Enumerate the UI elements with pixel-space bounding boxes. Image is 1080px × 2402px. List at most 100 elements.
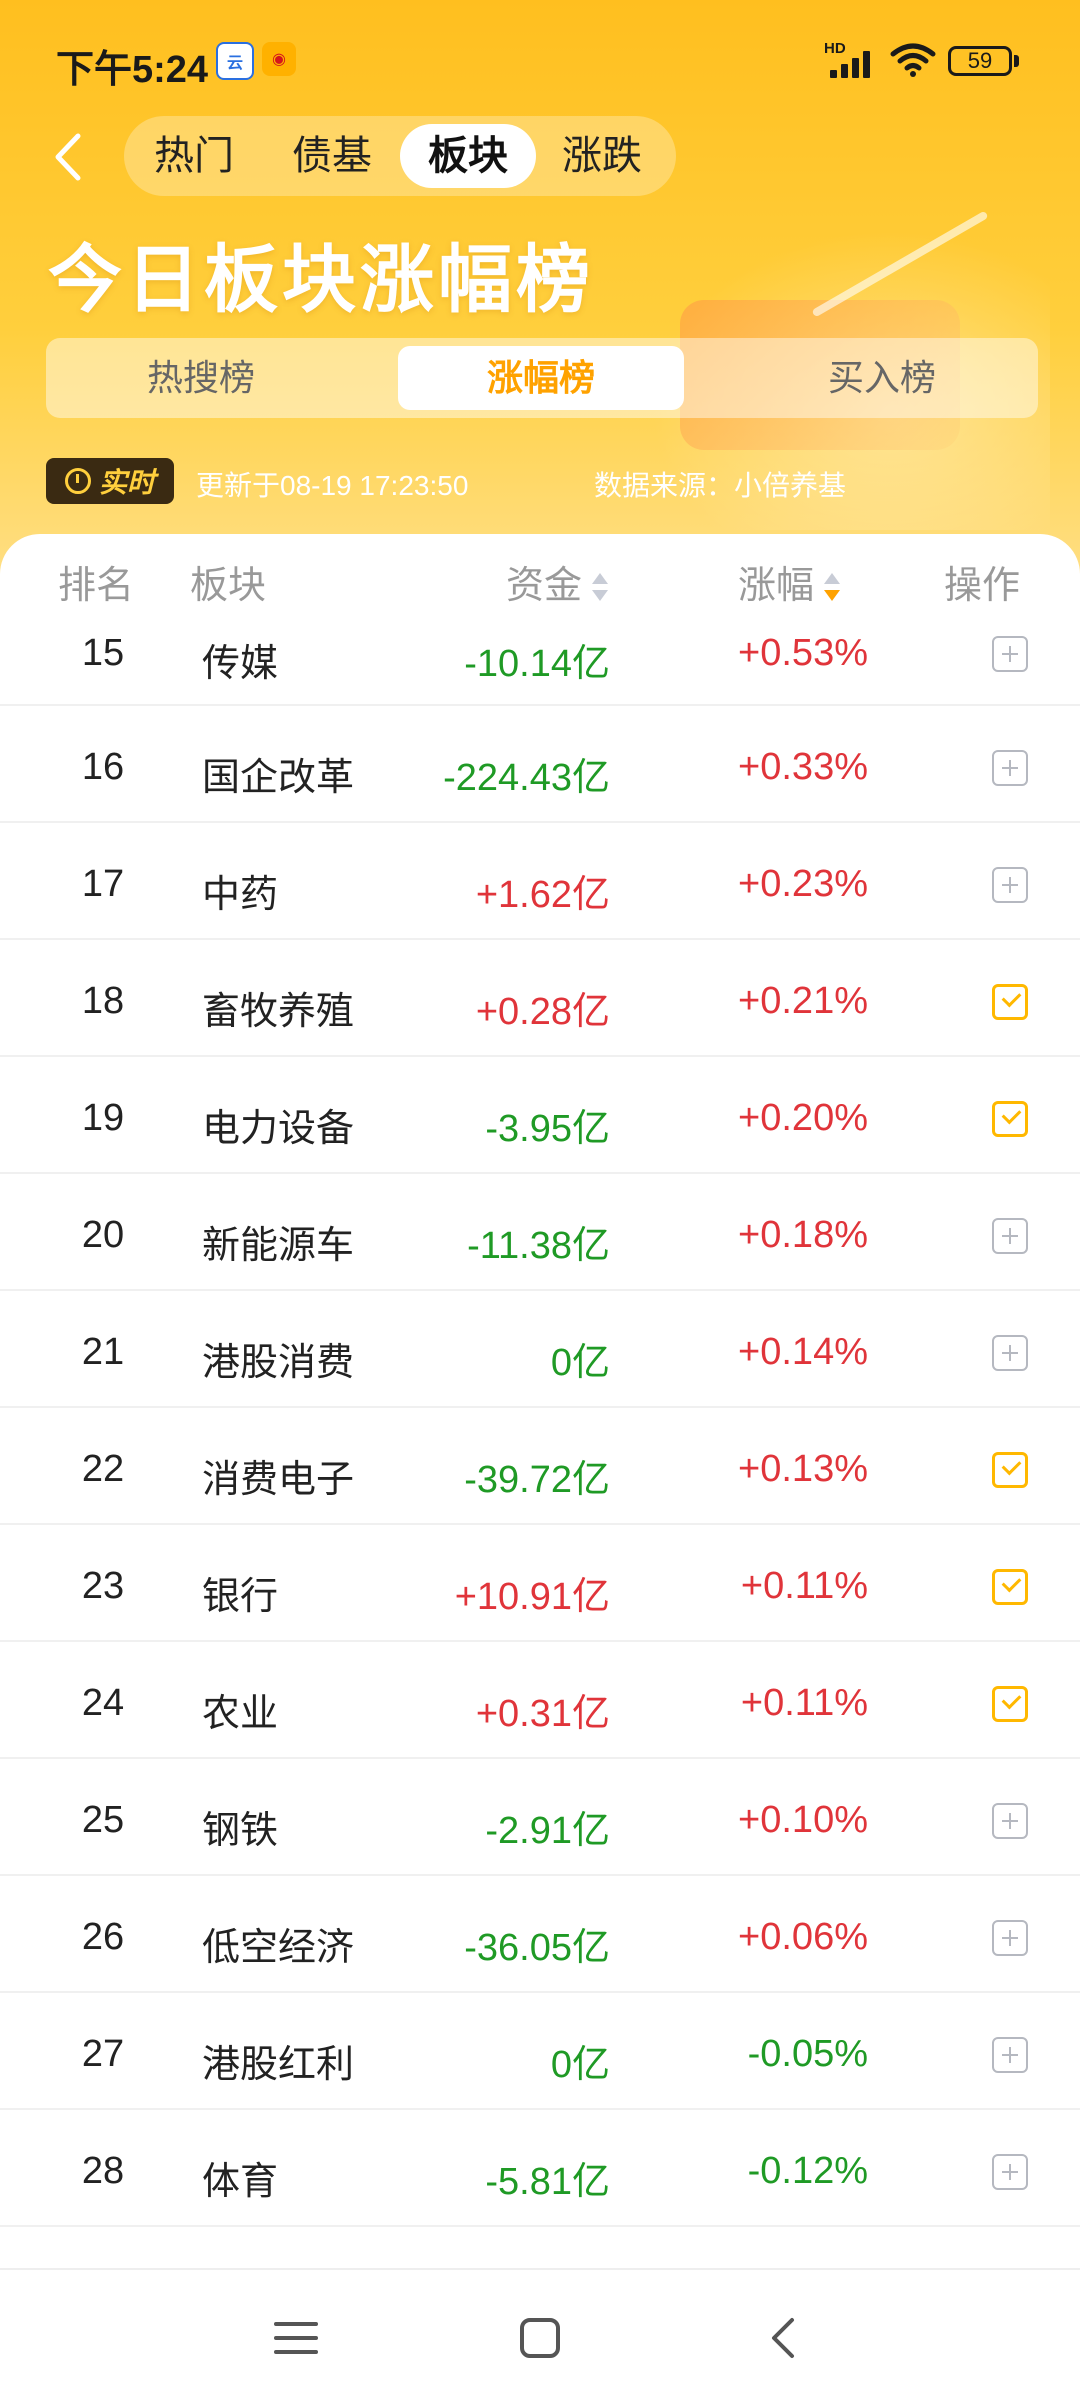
row-fund: -11.38亿 <box>467 1225 610 1267</box>
battery-tip <box>1014 55 1019 67</box>
col-header-fund-label: 资金 <box>506 565 583 607</box>
clock-icon <box>64 468 91 494</box>
menu-icon[interactable] <box>268 2310 324 2366</box>
row-sector-name: 体育 <box>202 2161 279 2203</box>
table-row[interactable]: 23 银行 +10.91亿 +0.11% <box>0 1525 1080 1642</box>
table-row[interactable]: 27 港股红利 0亿 -0.05% <box>0 1993 1080 2110</box>
table-row[interactable]: 17 中药 +1.62亿 +0.23% <box>0 823 1080 940</box>
row-rank: 15 <box>81 632 125 674</box>
table-row[interactable]: 26 低空经济 -36.05亿 +0.06% <box>0 1876 1080 1993</box>
table-row[interactable]: 16 国企改革 -224.43亿 +0.33% <box>0 706 1080 823</box>
system-nav-bar <box>0 2268 1080 2402</box>
row-fund: +0.28亿 <box>475 991 610 1033</box>
tab-hot-search[interactable]: 热搜榜 <box>46 346 356 410</box>
home-icon[interactable] <box>512 2310 568 2366</box>
table-row[interactable]: 18 畜牧养殖 +0.28亿 +0.21% <box>0 940 1080 1057</box>
row-fund: -39.72亿 <box>464 1459 610 1501</box>
row-rank: 20 <box>81 1214 125 1256</box>
row-sector-name: 传媒 <box>202 643 279 685</box>
signal-icon <box>830 48 878 78</box>
added-check-icon[interactable] <box>992 1569 1028 1605</box>
added-check-icon[interactable] <box>992 984 1028 1020</box>
weibo-icon: ◉ <box>262 42 296 76</box>
row-fund: 0亿 <box>550 2044 610 2086</box>
live-label: 实时 <box>98 467 155 498</box>
table-row[interactable]: 15 传媒 -10.14亿 +0.53% <box>0 624 1080 706</box>
header-banner: 下午5:24 云 ◉ HD 59 热门 债基 板块 涨跌 今日板块涨幅榜 热搜榜… <box>0 0 1080 600</box>
tab-gain-ranking[interactable]: 涨幅榜 <box>398 346 684 410</box>
row-rank: 23 <box>81 1565 125 1607</box>
live-badge: 实时 <box>46 458 174 504</box>
tab-hot[interactable]: 热门 <box>134 124 254 188</box>
row-sector-name: 低空经济 <box>202 1927 355 1969</box>
table-row[interactable]: 21 港股消费 0亿 +0.14% <box>0 1291 1080 1408</box>
tab-bond-fund[interactable]: 债基 <box>272 124 392 188</box>
added-check-icon[interactable] <box>992 1452 1028 1488</box>
add-icon[interactable] <box>992 750 1028 786</box>
row-change: +0.14% <box>738 1331 868 1373</box>
row-change: +0.21% <box>738 980 868 1022</box>
col-header-change-label: 涨幅 <box>738 565 815 607</box>
add-icon[interactable] <box>992 1803 1028 1839</box>
row-rank: 22 <box>81 1448 125 1490</box>
row-sector-name: 农业 <box>202 1693 279 1735</box>
row-sector-name: 港股红利 <box>202 2044 355 2086</box>
table-row[interactable]: 22 消费电子 -39.72亿 +0.13% <box>0 1408 1080 1525</box>
tab-sector[interactable]: 板块 <box>400 124 536 188</box>
row-fund: -224.43亿 <box>443 757 610 799</box>
row-change: +0.20% <box>738 1097 868 1139</box>
update-time: 更新于08-19 17:23:50 <box>196 470 469 501</box>
col-header-change[interactable]: 涨幅 <box>738 554 841 609</box>
row-fund: +0.31亿 <box>475 1693 610 1735</box>
col-header-sector: 板块 <box>190 565 267 607</box>
row-change: -0.12% <box>747 2150 868 2192</box>
row-rank: 28 <box>81 2150 125 2192</box>
add-icon[interactable] <box>992 636 1028 672</box>
row-sector-name: 中药 <box>202 874 279 916</box>
row-sector-name: 港股消费 <box>202 1342 355 1384</box>
add-icon[interactable] <box>992 1218 1028 1254</box>
row-fund: +1.62亿 <box>475 874 610 916</box>
table-row[interactable]: 24 农业 +0.31亿 +0.11% <box>0 1642 1080 1759</box>
row-sector-name: 国企改革 <box>202 757 355 799</box>
category-tabs: 热门 债基 板块 涨跌 <box>124 116 676 196</box>
row-rank: 19 <box>81 1097 125 1139</box>
row-rank: 27 <box>81 2033 125 2075</box>
sector-list: 排名 板块 资金 涨幅 操作 15 传媒 -10.14亿 +0.53% 16 国企改革 -2… <box>0 534 1080 2268</box>
back-icon[interactable] <box>756 2310 812 2366</box>
table-row[interactable]: 25 钢铁 -2.91亿 +0.10% <box>0 1759 1080 1876</box>
row-rank: 26 <box>81 1916 125 1958</box>
sort-desc-icon <box>824 572 841 603</box>
table-row[interactable]: 28 体育 -5.81亿 -0.12% <box>0 2110 1080 2227</box>
rows-container: 15 传媒 -10.14亿 +0.53% 16 国企改革 -224.43亿 +0.33% 17 中… <box>0 624 1080 2227</box>
row-change: -0.05% <box>747 2033 868 2075</box>
row-fund: +10.91亿 <box>454 1576 610 1618</box>
cloud-app-icon: 云 <box>216 42 254 80</box>
table-row[interactable]: 19 电力设备 -3.95亿 +0.20% <box>0 1057 1080 1174</box>
ranking-tabs: 热搜榜 涨幅榜 买入榜 <box>46 338 1038 418</box>
row-change: +0.11% <box>740 1682 868 1724</box>
col-header-fund[interactable]: 资金 <box>506 554 609 609</box>
col-header-action: 操作 <box>944 565 1021 607</box>
row-change: +0.10% <box>738 1799 868 1841</box>
row-rank: 21 <box>81 1331 125 1373</box>
added-check-icon[interactable] <box>992 1686 1028 1722</box>
back-arrow-icon[interactable] <box>40 122 100 192</box>
add-icon[interactable] <box>992 1335 1028 1371</box>
row-rank: 24 <box>81 1682 125 1724</box>
table-row[interactable]: 20 新能源车 -11.38亿 +0.18% <box>0 1174 1080 1291</box>
tab-rise-fall[interactable]: 涨跌 <box>542 124 662 188</box>
row-fund: -3.95亿 <box>485 1108 610 1150</box>
row-sector-name: 畜牧养殖 <box>202 991 355 1033</box>
added-check-icon[interactable] <box>992 1101 1028 1137</box>
row-change: +0.53% <box>738 632 868 674</box>
row-change: +0.11% <box>740 1565 868 1607</box>
tab-buy-ranking[interactable]: 买入榜 <box>726 346 1038 410</box>
row-fund: -36.05亿 <box>464 1927 610 1969</box>
row-fund: -2.91亿 <box>485 1810 610 1852</box>
add-icon[interactable] <box>992 1920 1028 1956</box>
add-icon[interactable] <box>992 2154 1028 2190</box>
add-icon[interactable] <box>992 2037 1028 2073</box>
add-icon[interactable] <box>992 867 1028 903</box>
row-rank: 18 <box>81 980 125 1022</box>
